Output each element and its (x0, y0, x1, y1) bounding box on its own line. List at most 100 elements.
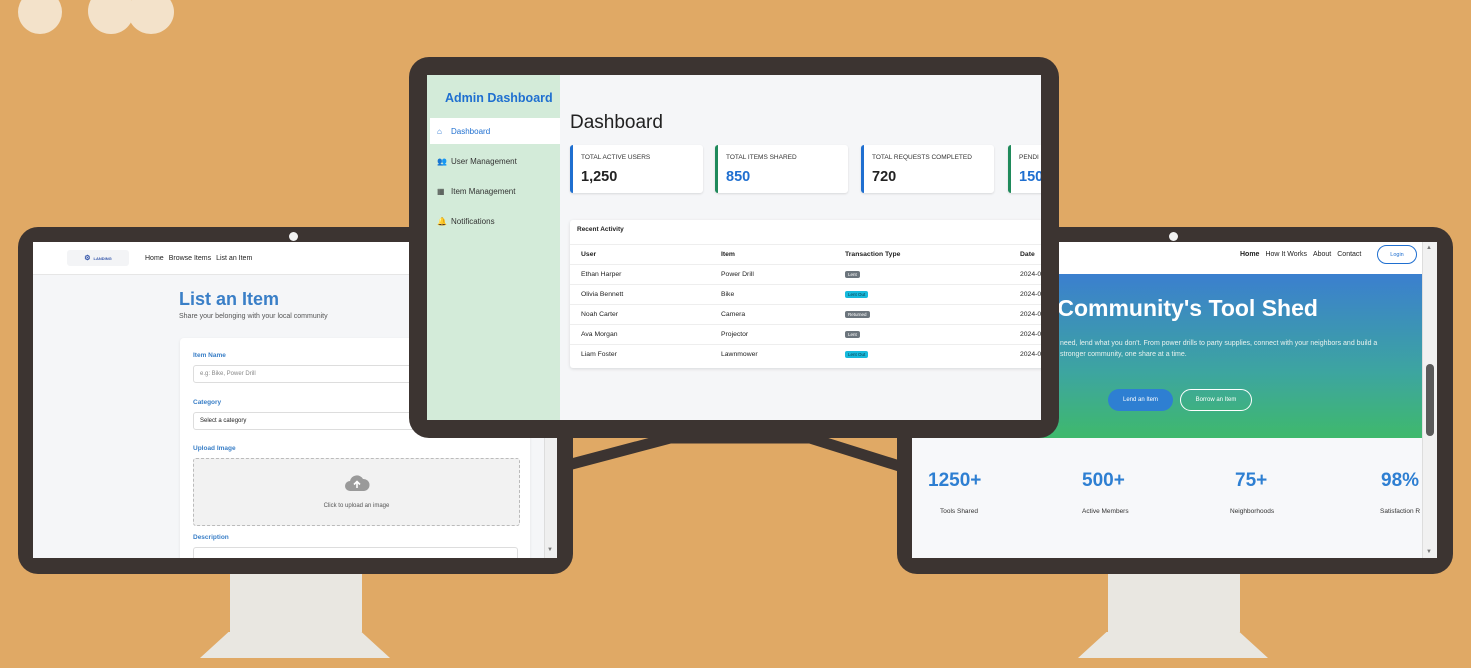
scrollbar-thumb[interactable] (1426, 364, 1434, 436)
stat-caption: Tools Shared (940, 508, 978, 515)
status-badge: Lent Out (845, 351, 869, 358)
nav-link-home[interactable]: Home (145, 255, 164, 262)
hero-text: need, lend what you don't. From power dr… (1060, 340, 1378, 358)
cloud-upload-icon (345, 475, 370, 491)
table-header-row: User Item Transaction Type Date (570, 244, 1041, 265)
cell-item: Lawnmower (721, 351, 758, 358)
status-badge: Lent (845, 331, 860, 338)
cell-user: Noah Carter (581, 311, 619, 318)
sidebar-item-item-management[interactable]: ▦ Item Management (430, 178, 560, 204)
bell-icon: 🔔 (437, 216, 447, 226)
column-header: Item (721, 251, 735, 258)
image-upload-area[interactable]: Click to upload an image (193, 458, 520, 526)
left-monitor-base (200, 632, 390, 658)
cell-date: 2024-0 (1020, 331, 1041, 338)
column-header: Transaction Type (845, 251, 901, 258)
stat-caption: Neighborhoods (1230, 508, 1275, 515)
decorative-circle (88, 0, 134, 34)
logo[interactable]: ⚙ LANDING (67, 250, 129, 266)
dashboard-main: Dashboard TOTAL ACTIVE USERS 1,250 TOTAL… (560, 75, 1041, 420)
scroll-down-arrow-icon[interactable]: ▼ (547, 547, 555, 555)
right-monitor-base (1078, 632, 1268, 658)
stat-caption: Active Members (1082, 508, 1129, 515)
stat-card-pending: PENDI 150 (1008, 145, 1041, 193)
nav-link-contact[interactable]: Contact (1337, 251, 1361, 258)
stat-card-items-shared: TOTAL ITEMS SHARED 850 (715, 145, 848, 193)
login-button[interactable]: Login (1377, 245, 1417, 264)
stat-value: 720 (872, 169, 897, 185)
stat-card-requests-completed: TOTAL REQUESTS COMPLETED 720 (861, 145, 994, 193)
sidebar-item-label: Dashboard (451, 126, 491, 136)
cell-date: 2024-0 (1020, 351, 1041, 358)
logo-text: LANDING (93, 255, 112, 261)
nav-link-browse-items[interactable]: Browse Items (169, 255, 211, 262)
cell-user: Liam Foster (581, 351, 617, 358)
status-badge: Lent Out (845, 291, 869, 298)
center-screen: Admin Dashboard ⌂ Dashboard 👥 User Manag… (427, 75, 1041, 420)
cell-user: Ethan Harper (581, 271, 622, 278)
nav-link-list-item[interactable]: List an Item (216, 255, 252, 262)
right-monitor-stand (1108, 572, 1240, 632)
sidebar-item-label: Item Management (451, 186, 516, 196)
cell-date: 2024-0 (1020, 291, 1041, 298)
status-badge: Returned (845, 311, 870, 318)
page-title: Dashboard (570, 112, 663, 133)
table-row: Ava Morgan Projector Lent 2024-0 (570, 324, 1041, 345)
upload-hint: Click to upload an image (323, 503, 390, 509)
sidebar-item-user-management[interactable]: 👥 User Management (430, 148, 560, 174)
decorative-circle (18, 0, 62, 34)
stats-section: 1250+ Tools Shared 500+ Active Members 7… (912, 438, 1423, 558)
sidebar-item-notifications[interactable]: 🔔 Notifications (430, 208, 560, 234)
category-label: Category (193, 399, 222, 406)
cell-item: Bike (721, 291, 735, 298)
stat-label: TOTAL ITEMS SHARED (726, 154, 797, 161)
table-row: Ethan Harper Power Drill Lent 2024-0 (570, 264, 1041, 285)
scroll-up-arrow-icon[interactable]: ▲ (1426, 245, 1432, 251)
left-monitor-stand (230, 572, 362, 632)
scroll-down-arrow-icon[interactable]: ▼ (1426, 549, 1432, 555)
table-title: Recent Activity (577, 226, 624, 233)
sidebar-brand: Admin Dashboard (445, 91, 553, 105)
description-textarea[interactable] (193, 547, 518, 558)
cell-item: Projector (721, 331, 749, 338)
stat-number: 1250+ (928, 470, 982, 491)
home-icon: ⌂ (437, 126, 442, 136)
webcam-dot (1169, 232, 1178, 241)
sidebar-item-dashboard[interactable]: ⌂ Dashboard (430, 118, 560, 144)
scrollbar[interactable]: ▲ ▼ (1422, 242, 1437, 558)
page-title: List an Item (179, 289, 280, 309)
table-row: Olivia Bennett Bike Lent Out 2024-0 (570, 284, 1041, 305)
decorative-circle (128, 0, 174, 34)
users-icon: 👥 (437, 156, 447, 166)
sidebar-item-label: User Management (451, 156, 517, 166)
stat-value: 150 (1019, 169, 1041, 185)
cell-user: Olivia Bennett (581, 291, 624, 298)
cell-item: Power Drill (721, 271, 754, 278)
stat-number: 75+ (1235, 470, 1268, 491)
nav-link-home[interactable]: Home (1240, 251, 1259, 258)
lend-item-button[interactable]: Lend an Item (1108, 389, 1173, 411)
nav-link-how-it-works[interactable]: How It Works (1265, 251, 1307, 258)
stat-value: 850 (726, 169, 751, 185)
nav-link-about[interactable]: About (1313, 251, 1331, 258)
stat-value: 1,250 (581, 169, 618, 185)
stat-caption: Satisfaction R (1380, 508, 1421, 515)
sidebar-item-label: Notifications (451, 216, 495, 226)
borrow-item-button[interactable]: Borrow an Item (1180, 389, 1252, 411)
item-name-label: Item Name (193, 352, 226, 359)
table-row: Liam Foster Lawnmower Lent Out 2024-0 (570, 344, 1041, 365)
recent-activity-table: Recent Activity User Item Transaction Ty… (570, 220, 1041, 368)
logo-icon: ⚙ (84, 255, 91, 262)
center-monitor: Admin Dashboard ⌂ Dashboard 👥 User Manag… (409, 57, 1059, 438)
cell-user: Ava Morgan (581, 331, 618, 338)
upload-image-label: Upload Image (193, 445, 236, 452)
cell-item: Camera (721, 311, 746, 318)
admin-sidebar: Admin Dashboard ⌂ Dashboard 👥 User Manag… (427, 75, 560, 420)
column-header: Date (1020, 251, 1035, 258)
column-header: User (581, 251, 597, 258)
stat-label: TOTAL ACTIVE USERS (581, 154, 651, 161)
cell-date: 2024-0 (1020, 311, 1041, 318)
stat-label: PENDI (1019, 154, 1039, 161)
boxes-icon: ▦ (437, 186, 445, 196)
stat-card-active-users: TOTAL ACTIVE USERS 1,250 (570, 145, 703, 193)
